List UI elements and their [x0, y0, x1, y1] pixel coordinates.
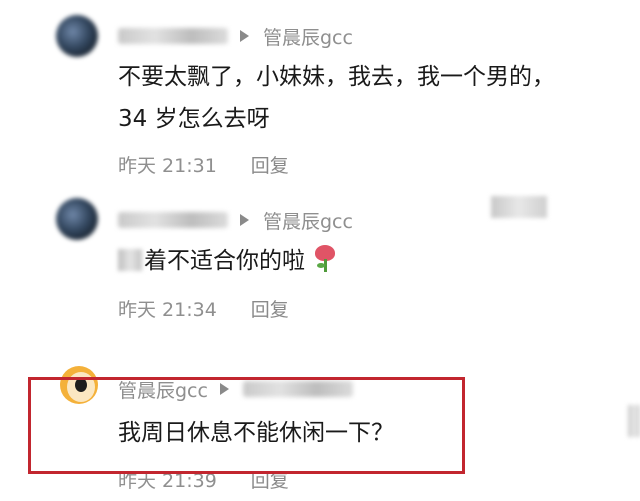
- reply-button[interactable]: 回复: [251, 299, 289, 321]
- comment-thread: 管晨辰gcc 不要太飘了，小妹妹，我去，我一个男的， 34 岁怎么去呀 昨天 2…: [0, 0, 640, 501]
- blurred-username[interactable]: [118, 212, 228, 228]
- comment-time: 昨天 21:31: [118, 155, 217, 177]
- comment-header: 管晨辰gcc: [118, 205, 353, 235]
- comment-text-line: 不要太飘了，小妹妹，我去，我一个男的，: [118, 64, 555, 90]
- comment-text-line: 34 岁怎么去呀: [118, 106, 270, 132]
- blurred-character: [118, 249, 142, 271]
- comment-meta: 昨天 21:34 回复: [118, 295, 289, 322]
- reply-target-name[interactable]: 管晨辰gcc: [263, 23, 353, 50]
- comment-header: 管晨辰gcc: [118, 21, 353, 51]
- blurred-region: [491, 196, 547, 218]
- reply-target-name[interactable]: 管晨辰gcc: [263, 207, 353, 234]
- avatar[interactable]: [56, 15, 98, 57]
- comment-text: 着不适合你的啦: [118, 240, 337, 282]
- comment-text: 不要太飘了，小妹妹，我去，我一个男的， 34 岁怎么去呀: [118, 56, 555, 140]
- reply-arrow-icon: [240, 214, 249, 226]
- comment-meta: 昨天 21:31 回复: [118, 151, 289, 178]
- blurred-region: [628, 405, 640, 437]
- reply-button[interactable]: 回复: [251, 155, 289, 177]
- blurred-username[interactable]: [118, 28, 228, 44]
- rose-emoji-icon: [313, 243, 337, 273]
- comment-text-content: 着不适合你的啦: [144, 248, 305, 274]
- comment-time: 昨天 21:34: [118, 299, 217, 321]
- avatar[interactable]: [56, 198, 98, 240]
- reply-arrow-icon: [240, 30, 249, 42]
- highlight-box: [28, 377, 465, 474]
